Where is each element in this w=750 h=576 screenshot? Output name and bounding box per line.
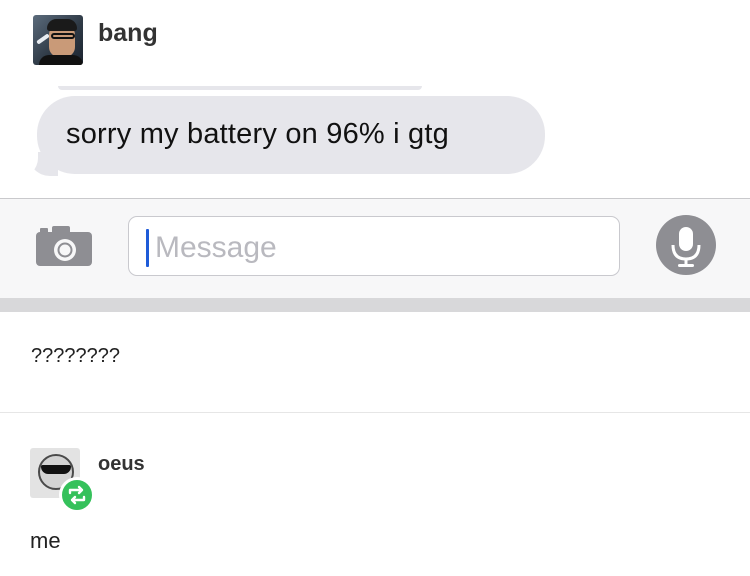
- avatar-glasses: [51, 33, 75, 39]
- camera-icon: [36, 226, 92, 266]
- input-bar-bottom-edge: [0, 298, 750, 312]
- microphone-button[interactable]: [656, 215, 716, 275]
- previous-bubble-edge: [58, 86, 422, 90]
- post-divider: [0, 412, 750, 413]
- received-message-text: sorry my battery on 96% i gtg: [66, 118, 449, 150]
- user-avatar-bang[interactable]: [33, 15, 83, 65]
- username-oeus[interactable]: oeus: [98, 453, 145, 476]
- post-caption: ????????: [31, 345, 120, 367]
- reblog-badge: [59, 477, 95, 513]
- microphone-icon: [671, 227, 701, 267]
- reblog-body-text: me: [30, 528, 61, 553]
- avatar-hair: [47, 19, 77, 31]
- reblog-icon: [68, 485, 86, 505]
- username-bang[interactable]: bang: [98, 19, 158, 48]
- text-cursor: [146, 229, 149, 267]
- sunglasses-icon: [41, 465, 71, 474]
- message-placeholder: Message: [155, 231, 277, 264]
- avatar-shirt: [39, 55, 83, 65]
- paper-plane-icon: [36, 33, 50, 45]
